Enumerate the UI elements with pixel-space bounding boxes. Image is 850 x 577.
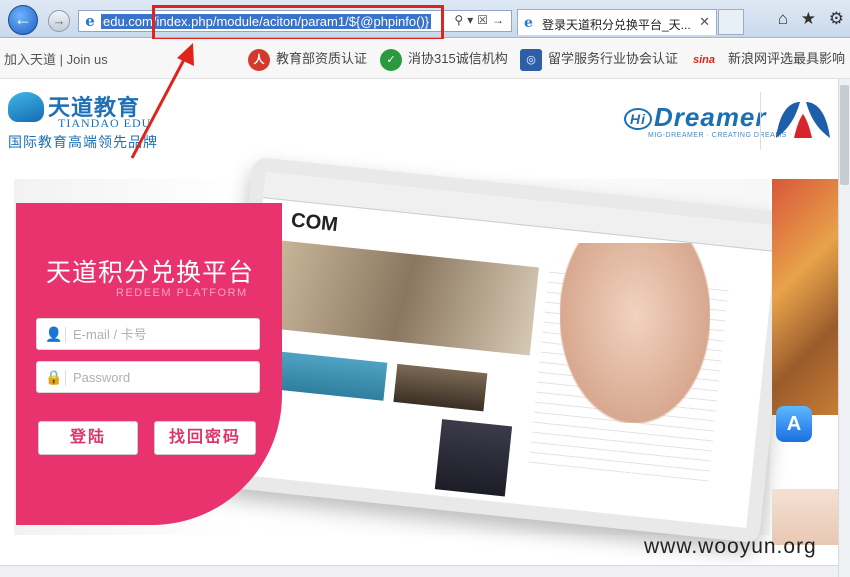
- site-header: 天道教育 TIANDAO EDU 国际教育高端领先品牌 Hi Dreamer MI…: [0, 80, 850, 173]
- cert-label: 教育部资质认证: [276, 51, 368, 66]
- forward-button[interactable]: →: [48, 10, 70, 32]
- renren-logo-icon[interactable]: [770, 98, 836, 142]
- login-title: 天道积分兑换平台: [46, 259, 255, 287]
- watermark: www.wooyun.org: [644, 535, 817, 558]
- hand-image: [560, 243, 710, 423]
- scroll-thumb[interactable]: [840, 85, 849, 185]
- sina-logo-icon: sina: [692, 53, 715, 66]
- cert-association[interactable]: ◎ 留学服务行业协会认证: [520, 47, 678, 71]
- home-icon[interactable]: ⌂: [778, 9, 788, 28]
- forgot-password-button[interactable]: 找回密码: [154, 421, 256, 455]
- browser-tools: ⌂ ★ ⚙: [770, 9, 844, 29]
- url-highlight-box: [152, 5, 444, 41]
- settings-icon[interactable]: ⚙: [829, 9, 844, 28]
- tab-close-icon[interactable]: ✕: [699, 14, 710, 30]
- autumn-leaves-image: [772, 179, 838, 415]
- header-divider: [760, 92, 761, 150]
- site-topbar: 加入天道 | Join us 人教育部资质认证 ✓ 消协315诚信机构 ◎ 留学服务…: [0, 39, 850, 79]
- screen-photo-dark: [393, 363, 488, 412]
- association-badge-icon: ◎: [520, 48, 542, 71]
- login-button[interactable]: 登陆: [38, 421, 138, 455]
- consumer-association-icon: ✓: [380, 48, 402, 71]
- ie-tab-icon: e: [524, 15, 533, 31]
- login-panel: 天道积分兑换平台 REDEEM PLATFORM 👤 🔒 登陆 找回密码: [16, 203, 282, 525]
- hi-dreamer-sub: MIG-DREAMER · CREATING DREAMS: [648, 132, 787, 139]
- join-link[interactable]: 加入天道 | Join us: [4, 49, 108, 68]
- screen-photo-man: [434, 419, 513, 497]
- hero-banner: COM A 天道积分兑换平台 REDEEM PLATFORM 👤 🔒 登陆 找回…: [0, 156, 850, 577]
- cert-label: 新浪网评选最具影响: [728, 51, 846, 66]
- ie-page-icon: e: [85, 12, 95, 30]
- screen-photo: [269, 240, 539, 356]
- new-tab-button[interactable]: [718, 9, 744, 35]
- password-input[interactable]: [73, 366, 253, 388]
- favorites-icon[interactable]: ★: [801, 9, 816, 28]
- back-button[interactable]: ←: [8, 5, 38, 35]
- logo-subtitle: TIANDAO EDU: [58, 116, 152, 130]
- lock-icon: 🔒: [45, 369, 63, 385]
- cert-label: 留学服务行业协会认证: [548, 51, 679, 66]
- email-field[interactable]: 👤: [36, 318, 260, 350]
- cert-ministry[interactable]: 人教育部资质认证: [248, 47, 367, 71]
- address-actions[interactable]: ⚲▾☒→: [454, 13, 508, 27]
- tab-title: 登录天道积分兑换平台_天...: [542, 18, 691, 32]
- email-input[interactable]: [73, 323, 253, 345]
- field-divider: [65, 370, 66, 386]
- horizontal-scrollbar[interactable]: [0, 565, 838, 577]
- screen-logo: COM: [289, 209, 339, 237]
- field-divider: [65, 327, 66, 343]
- cert-sina[interactable]: sina 新浪网评选最具影响: [686, 47, 845, 71]
- password-field[interactable]: 🔒: [36, 361, 260, 393]
- ministry-seal-icon: 人: [248, 48, 270, 71]
- app-store-icon: A: [776, 406, 812, 442]
- browser-tab[interactable]: e 登录天道积分兑换平台_天... ✕: [517, 9, 717, 35]
- hi-dreamer-logo[interactable]: Hi Dreamer: [624, 102, 767, 133]
- cert-label: 消协315诚信机构: [408, 51, 508, 66]
- cert-consumer[interactable]: ✓ 消协315诚信机构: [380, 47, 508, 71]
- screen-photo-swim: [273, 351, 388, 401]
- login-subtitle: REDEEM PLATFORM: [116, 287, 248, 299]
- logo-slogan: 国际教育高端领先品牌: [8, 134, 158, 150]
- tiandao-logo-icon: [8, 92, 44, 122]
- user-icon: 👤: [45, 326, 63, 342]
- vertical-scrollbar[interactable]: [838, 79, 850, 577]
